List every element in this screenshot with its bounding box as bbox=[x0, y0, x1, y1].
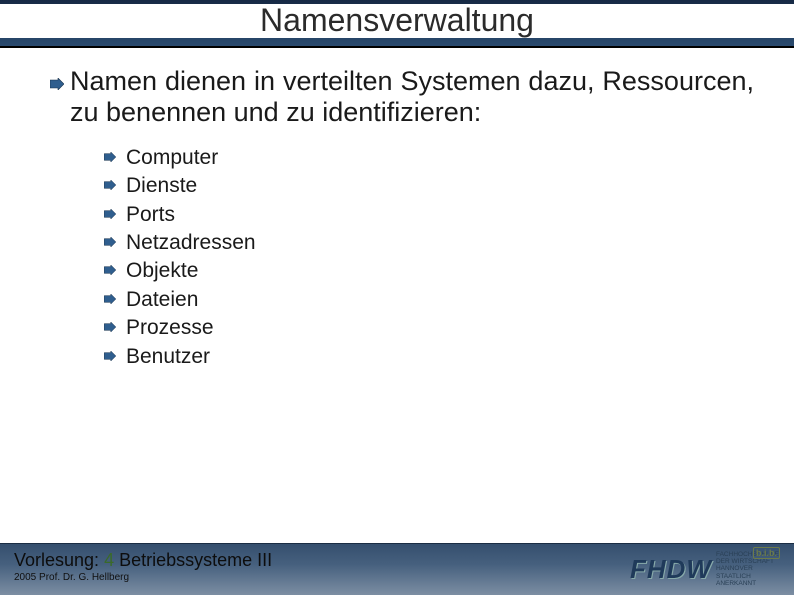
arrow-bullet-icon bbox=[104, 351, 116, 361]
list-item-label: Objekte bbox=[126, 259, 198, 282]
sub-list: Computer Dienste Ports Netzadressen Obje… bbox=[70, 142, 754, 371]
list-item: Dateien bbox=[126, 286, 754, 314]
arrow-bullet-icon bbox=[104, 209, 116, 219]
list-item-label: Dienste bbox=[126, 174, 197, 197]
list-item-label: Dateien bbox=[126, 288, 198, 311]
arrow-bullet-icon bbox=[104, 265, 116, 275]
main-bullet-item: Namen dienen in verteilten Systemen dazu… bbox=[70, 66, 754, 128]
list-item: Ports bbox=[126, 201, 754, 229]
fhdw-logo: b.i.b. FHDW FACHHOCHSCHULE DER WIRTSCHAF… bbox=[630, 549, 780, 589]
arrow-bullet-icon bbox=[104, 152, 116, 162]
list-item-label: Benutzer bbox=[126, 345, 210, 368]
list-item: Computer bbox=[126, 144, 754, 172]
title-bar: Namensverwaltung bbox=[0, 0, 794, 48]
list-item: Dienste bbox=[126, 172, 754, 200]
list-item: Objekte bbox=[126, 257, 754, 285]
logo-sub-line: HANNOVER bbox=[716, 565, 780, 572]
title-container: Namensverwaltung bbox=[0, 4, 794, 38]
list-item-label: Prozesse bbox=[126, 316, 214, 339]
content-area: Namen dienen in verteilten Systemen dazu… bbox=[0, 48, 794, 371]
arrow-bullet-icon bbox=[104, 322, 116, 332]
arrow-bullet-icon bbox=[50, 78, 64, 90]
logo-main-text: FHDW bbox=[630, 554, 712, 585]
list-item: Benutzer bbox=[126, 343, 754, 371]
main-bullet-text: Namen dienen in verteilten Systemen dazu… bbox=[70, 66, 754, 128]
logo-sub-line: STAATLICH ANERKANNT bbox=[716, 573, 780, 587]
arrow-bullet-icon bbox=[104, 294, 116, 304]
lecture-title: Betriebssysteme III bbox=[119, 550, 272, 570]
lecture-label: Vorlesung: bbox=[14, 550, 99, 570]
arrow-bullet-icon bbox=[104, 237, 116, 247]
list-item: Netzadressen bbox=[126, 229, 754, 257]
list-item-label: Netzadressen bbox=[126, 231, 256, 254]
logo-tag: b.i.b. bbox=[753, 547, 780, 559]
list-item: Prozesse bbox=[126, 314, 754, 342]
footer-bar: Vorlesung: 4 Betriebssysteme III 2005 Pr… bbox=[0, 543, 794, 595]
lecture-number: 4 bbox=[104, 550, 114, 570]
list-item-label: Computer bbox=[126, 146, 218, 169]
arrow-bullet-icon bbox=[104, 180, 116, 190]
slide-title: Namensverwaltung bbox=[254, 4, 540, 38]
list-item-label: Ports bbox=[126, 203, 175, 226]
